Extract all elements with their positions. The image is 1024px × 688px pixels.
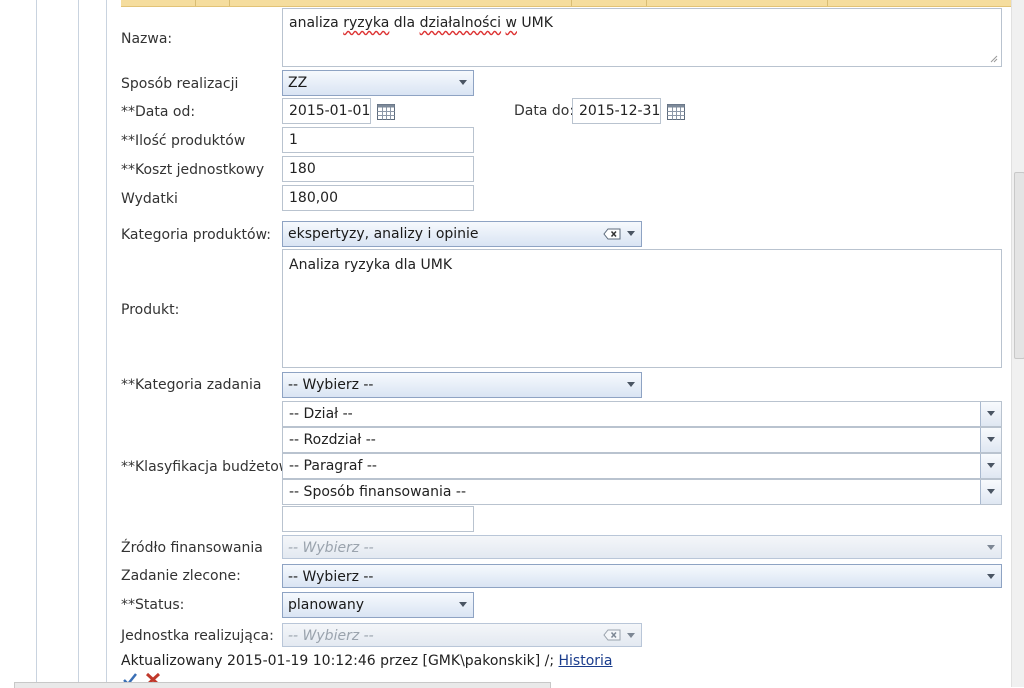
horizontal-scrollbar[interactable] <box>14 682 551 688</box>
chevron-down-icon <box>987 574 995 579</box>
nazwa-text: dla <box>389 15 420 31</box>
dropdown-button[interactable] <box>980 402 1001 426</box>
nazwa-label: Nazwa: <box>121 31 173 47</box>
paragraf-select[interactable]: -- Paragraf -- <box>282 453 1002 479</box>
kategoria-zadania-label: **Kategoria zadania <box>121 377 262 393</box>
frame-line <box>36 0 37 687</box>
zadanie-zlecone-value: -- Wybierz -- <box>288 569 374 585</box>
chevron-down-icon <box>987 411 995 416</box>
status-label: **Status: <box>121 597 185 613</box>
frame-line <box>78 0 79 687</box>
calendar-icon[interactable] <box>666 102 686 122</box>
produkt-textarea[interactable]: Analiza ryzyka dla UMK <box>282 249 1002 368</box>
history-link[interactable]: Historia <box>559 653 613 669</box>
nazwa-text: działalności <box>419 15 502 31</box>
chevron-down-icon <box>987 489 995 494</box>
chevron-down-icon <box>987 437 995 442</box>
wydatki-input[interactable]: 180,00 <box>282 185 474 211</box>
chevron-down-icon <box>627 382 635 387</box>
ilosc-produktow-label: **Ilość produktów <box>121 133 246 149</box>
ilosc-produktow-input[interactable]: 1 <box>282 127 474 153</box>
data-do-label: Data do: <box>514 103 575 119</box>
kategoria-produktow-label: Kategoria produktów: <box>121 227 271 243</box>
chevron-down-icon <box>987 463 995 468</box>
updated-text: Aktualizowany 2015-01-19 10:12:46 przez … <box>121 653 555 669</box>
wydatki-label: Wydatki <box>121 191 178 207</box>
chevron-down-icon <box>627 633 635 638</box>
dropdown-button[interactable] <box>980 428 1001 452</box>
nazwa-text: UMK <box>516 15 553 31</box>
kategoria-zadania-select[interactable]: -- Wybierz -- <box>282 372 642 398</box>
clear-icon[interactable] <box>603 629 621 641</box>
dzial-value: -- Dział -- <box>289 406 353 422</box>
koszt-jednostkowy-input[interactable]: 180 <box>282 156 474 182</box>
data-od-input[interactable]: 2015-01-01 <box>282 98 371 124</box>
sposob-realizacji-select[interactable]: ZZ <box>282 70 474 96</box>
nazwa-text: analiza <box>289 15 339 31</box>
sposob-realizacji-label: Sposób realizacji <box>121 76 239 92</box>
vertical-scrollbar[interactable] <box>1011 0 1024 687</box>
clear-icon[interactable] <box>603 228 621 240</box>
koszt-jednostkowy-label: **Koszt jednostkowy <box>121 162 265 178</box>
kategoria-zadania-value: -- Wybierz -- <box>288 377 374 393</box>
zrodlo-finansowania-label: Źródło finansowania <box>121 540 263 556</box>
zadanie-zlecone-label: Zadanie zlecone: <box>121 568 241 584</box>
sposob-finansowania-select[interactable]: -- Sposób finansowania -- <box>282 479 1002 505</box>
jednostka-realizujaca-value: -- Wybierz -- <box>288 628 374 644</box>
jednostka-realizujaca-select[interactable]: -- Wybierz -- <box>282 623 642 647</box>
kategoria-produktow-select[interactable]: ekspertyzy, analizy i opinie <box>282 221 642 247</box>
chevron-down-icon <box>987 545 995 550</box>
sposob-realizacji-value: ZZ <box>288 75 308 91</box>
dropdown-button[interactable] <box>980 454 1001 478</box>
jednostka-realizujaca-label: Jednostka realizująca: <box>121 628 274 644</box>
updated-info: Aktualizowany 2015-01-19 10:12:46 przez … <box>121 653 613 669</box>
zadanie-zlecone-select[interactable]: -- Wybierz -- <box>282 564 1002 588</box>
nazwa-text: ryzyka <box>343 15 390 31</box>
dropdown-button[interactable] <box>980 480 1001 504</box>
grid-header-strip <box>121 0 1012 7</box>
data-od-label: **Data od: <box>121 104 196 120</box>
klasyfikacja-extra-input[interactable] <box>282 506 474 532</box>
produkt-label: Produkt: <box>121 302 180 318</box>
scrollbar-thumb[interactable] <box>1014 172 1024 359</box>
rozdzial-select[interactable]: -- Rozdział -- <box>282 427 1002 453</box>
sposob-finansowania-value: -- Sposób finansowania -- <box>289 484 467 500</box>
status-select[interactable]: planowany <box>282 592 474 618</box>
data-do-input[interactable]: 2015-12-31 <box>572 98 661 124</box>
kategoria-produktow-value: ekspertyzy, analizy i opinie <box>288 226 479 242</box>
klasyfikacja-budzetowa-label: **Klasyfikacja budżetowa <box>121 459 299 475</box>
zrodlo-finansowania-value: -- Wybierz -- <box>288 540 374 556</box>
zrodlo-finansowania-select[interactable]: -- Wybierz -- <box>282 535 1002 559</box>
calendar-icon[interactable] <box>376 102 396 122</box>
status-value: planowany <box>288 597 364 613</box>
nazwa-textarea[interactable]: analiza ryzyka dla działalności w UMK <box>282 8 1002 67</box>
frame-line <box>106 0 107 687</box>
nazwa-text: w <box>505 15 517 31</box>
chevron-down-icon <box>459 80 467 85</box>
chevron-down-icon <box>627 231 635 236</box>
chevron-down-icon <box>459 602 467 607</box>
resize-grip-icon[interactable] <box>990 55 998 63</box>
paragraf-value: -- Paragraf -- <box>289 458 377 474</box>
dzial-select[interactable]: -- Dział -- <box>282 401 1002 427</box>
rozdzial-value: -- Rozdział -- <box>289 432 376 448</box>
